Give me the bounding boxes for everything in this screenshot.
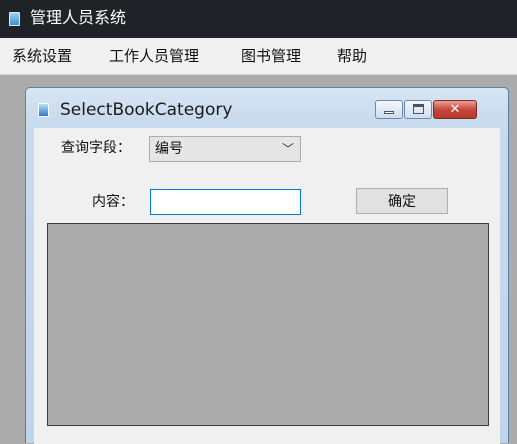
child-window-title: SelectBookCategory — [60, 100, 233, 120]
menu-item-staff-management[interactable]: 工作人员管理 — [109, 47, 199, 65]
chevron-down-icon: ﹀ — [281, 142, 294, 156]
content-label: 内容： — [92, 194, 134, 210]
results-grid[interactable] — [47, 223, 489, 426]
menu-item-system-settings[interactable]: 系统设置 — [12, 47, 72, 65]
query-field-label: 查询字段： — [61, 140, 131, 156]
menubar: 系统设置 工作人员管理 图书管理 帮助 — [0, 38, 517, 75]
minimize-button[interactable] — [375, 100, 403, 119]
menu-item-book-management[interactable]: 图书管理 — [241, 47, 301, 65]
form-client-area: 查询字段： 编号 ﹀ 内容： 确定 — [34, 128, 500, 444]
close-button[interactable]: ✕ — [433, 100, 477, 119]
content-input[interactable] — [150, 189, 301, 215]
menu-item-help[interactable]: 帮助 — [337, 47, 367, 65]
maximize-icon — [413, 104, 424, 114]
app-title: 管理人员系统 — [30, 8, 127, 27]
app-icon — [9, 12, 20, 26]
window-icon — [38, 103, 49, 117]
query-field-select[interactable]: 编号 ﹀ — [149, 136, 301, 162]
query-field-selected-value: 编号 — [155, 141, 183, 157]
maximize-button[interactable] — [404, 100, 432, 119]
close-icon: ✕ — [449, 102, 461, 117]
child-window-select-book-category: SelectBookCategory ✕ 查询字段： 编号 ﹀ 内容： 确定 — [25, 87, 509, 444]
app-titlebar: 管理人员系统 — [0, 0, 517, 38]
confirm-button[interactable]: 确定 — [356, 188, 448, 214]
minimize-icon — [384, 111, 394, 114]
